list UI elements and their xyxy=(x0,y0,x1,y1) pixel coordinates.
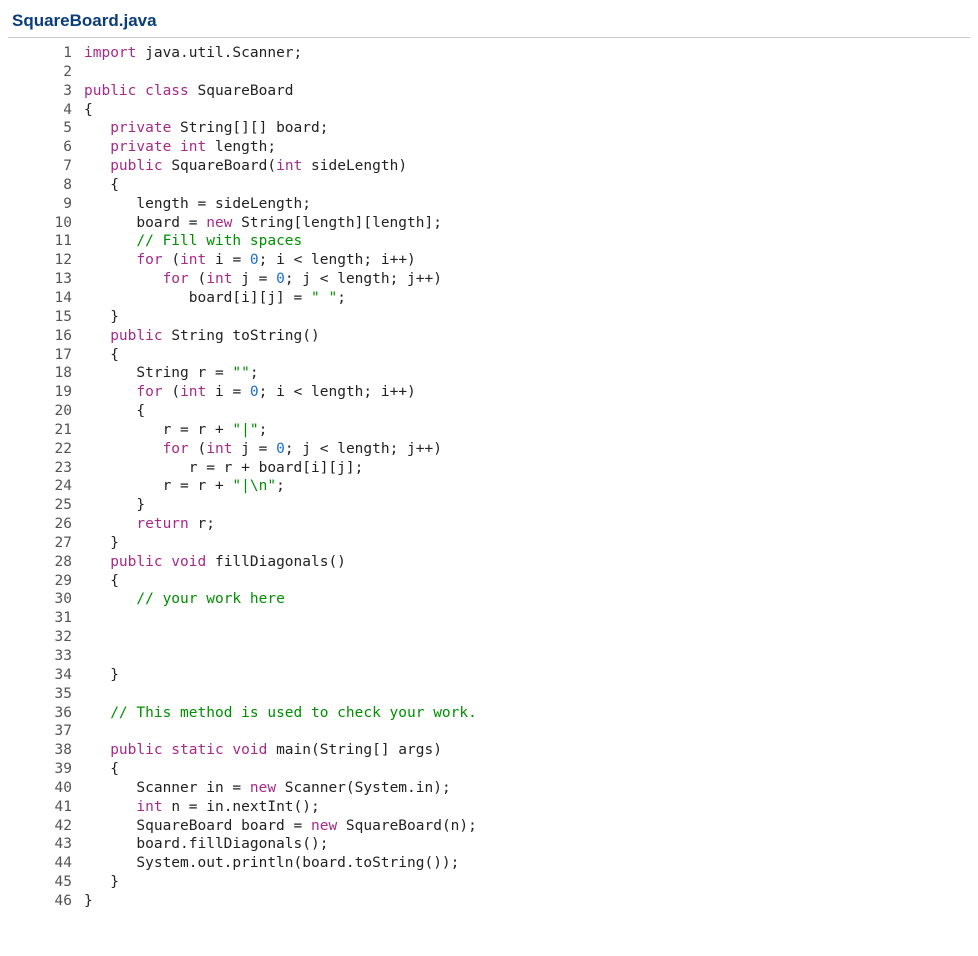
code-line: { xyxy=(84,402,970,421)
code-line: // Fill with spaces xyxy=(84,232,970,251)
code-line: public void fillDiagonals() xyxy=(84,553,970,572)
line-number: 33 xyxy=(8,647,76,666)
line-number: 20 xyxy=(8,402,76,421)
code-line: public String toString() xyxy=(84,327,970,346)
line-number: 30 xyxy=(8,590,76,609)
line-number: 13 xyxy=(8,270,76,289)
code-line: } xyxy=(84,666,970,685)
line-number: 46 xyxy=(8,892,76,911)
line-number: 22 xyxy=(8,440,76,459)
code-line: Scanner in = new Scanner(System.in); xyxy=(84,779,970,798)
code-line: System.out.println(board.toString()); xyxy=(84,854,970,873)
code-line: } xyxy=(84,892,970,911)
line-number: 45 xyxy=(8,873,76,892)
line-number: 12 xyxy=(8,251,76,270)
code-line: for (int j = 0; j < length; j++) xyxy=(84,270,970,289)
line-number: 3 xyxy=(8,82,76,101)
code-line: length = sideLength; xyxy=(84,195,970,214)
code-line: private String[][] board; xyxy=(84,119,970,138)
code-line xyxy=(84,628,970,647)
code-line: { xyxy=(84,346,970,365)
code-line: } xyxy=(84,308,970,327)
code-line xyxy=(84,685,970,704)
line-number: 18 xyxy=(8,364,76,383)
code-line: public SquareBoard(int sideLength) xyxy=(84,157,970,176)
code-line: { xyxy=(84,176,970,195)
line-number: 5 xyxy=(8,119,76,138)
code-content: import java.util.Scanner; public class S… xyxy=(84,44,970,911)
code-line: // your work here xyxy=(84,590,970,609)
code-line: } xyxy=(84,496,970,515)
code-line: // This method is used to check your wor… xyxy=(84,704,970,723)
line-number: 29 xyxy=(8,572,76,591)
line-number: 38 xyxy=(8,741,76,760)
line-number: 25 xyxy=(8,496,76,515)
line-number: 7 xyxy=(8,157,76,176)
line-number: 21 xyxy=(8,421,76,440)
line-number: 14 xyxy=(8,289,76,308)
code-line: for (int j = 0; j < length; j++) xyxy=(84,440,970,459)
code-line: board[i][j] = " "; xyxy=(84,289,970,308)
line-number: 44 xyxy=(8,854,76,873)
code-line: { xyxy=(84,572,970,591)
line-number: 10 xyxy=(8,214,76,233)
code-line: r = r + "|"; xyxy=(84,421,970,440)
code-line xyxy=(84,647,970,666)
code-line: } xyxy=(84,534,970,553)
file-title: SquareBoard.java xyxy=(8,8,970,38)
line-number: 4 xyxy=(8,101,76,120)
line-number: 43 xyxy=(8,835,76,854)
line-number: 36 xyxy=(8,704,76,723)
line-number: 9 xyxy=(8,195,76,214)
line-number: 41 xyxy=(8,798,76,817)
code-line: import java.util.Scanner; xyxy=(84,44,970,63)
line-number: 26 xyxy=(8,515,76,534)
line-number: 2 xyxy=(8,63,76,82)
code-line xyxy=(84,609,970,628)
line-number: 42 xyxy=(8,817,76,836)
line-number: 11 xyxy=(8,232,76,251)
line-number: 24 xyxy=(8,477,76,496)
code-line: return r; xyxy=(84,515,970,534)
line-number: 16 xyxy=(8,327,76,346)
code-line: r = r + "|\n"; xyxy=(84,477,970,496)
code-line: board = new String[length][length]; xyxy=(84,214,970,233)
code-line xyxy=(84,63,970,82)
line-number: 6 xyxy=(8,138,76,157)
code-line: public class SquareBoard xyxy=(84,82,970,101)
line-number: 8 xyxy=(8,176,76,195)
code-line: public static void main(String[] args) xyxy=(84,741,970,760)
code-line: for (int i = 0; i < length; i++) xyxy=(84,251,970,270)
line-number: 23 xyxy=(8,459,76,478)
line-number: 1 xyxy=(8,44,76,63)
line-number: 28 xyxy=(8,553,76,572)
line-number: 34 xyxy=(8,666,76,685)
line-number: 35 xyxy=(8,685,76,704)
code-line: { xyxy=(84,101,970,120)
line-number: 31 xyxy=(8,609,76,628)
code-line: private int length; xyxy=(84,138,970,157)
line-number: 15 xyxy=(8,308,76,327)
code-area: 1234567891011121314151617181920212223242… xyxy=(8,40,970,911)
line-number: 19 xyxy=(8,383,76,402)
code-line: r = r + board[i][j]; xyxy=(84,459,970,478)
line-number: 37 xyxy=(8,722,76,741)
code-line: board.fillDiagonals(); xyxy=(84,835,970,854)
code-line: } xyxy=(84,873,970,892)
code-line: for (int i = 0; i < length; i++) xyxy=(84,383,970,402)
line-number: 27 xyxy=(8,534,76,553)
code-line: SquareBoard board = new SquareBoard(n); xyxy=(84,817,970,836)
code-line xyxy=(84,722,970,741)
line-number: 32 xyxy=(8,628,76,647)
line-number: 40 xyxy=(8,779,76,798)
line-number: 17 xyxy=(8,346,76,365)
code-line: { xyxy=(84,760,970,779)
line-number-gutter: 1234567891011121314151617181920212223242… xyxy=(8,44,84,911)
line-number: 39 xyxy=(8,760,76,779)
code-line: int n = in.nextInt(); xyxy=(84,798,970,817)
code-line: String r = ""; xyxy=(84,364,970,383)
